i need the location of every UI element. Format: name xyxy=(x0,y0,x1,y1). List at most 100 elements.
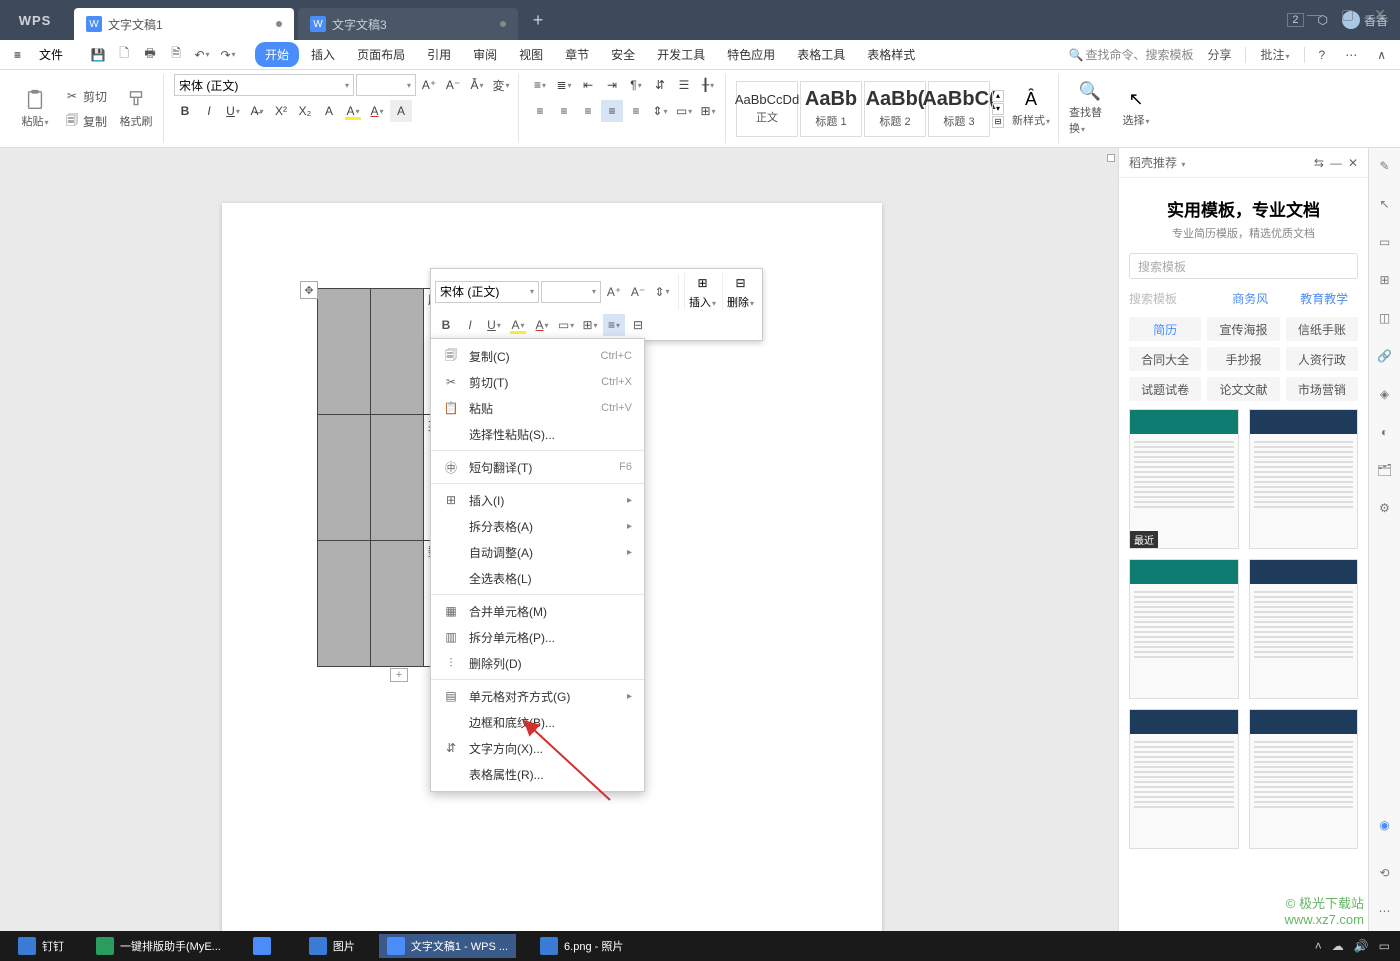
border-icon[interactable]: ⊞▾ xyxy=(697,100,719,122)
increase-indent-icon[interactable]: ⇥ xyxy=(601,74,623,96)
doc-tab-2[interactable]: W 文字文稿3 xyxy=(298,8,518,40)
panel-splitter[interactable] xyxy=(1104,148,1118,961)
cat-人资行政[interactable]: 人资行政 xyxy=(1286,347,1358,371)
file-menu[interactable]: 文件 xyxy=(31,43,71,66)
template-thumb[interactable] xyxy=(1129,709,1239,849)
cut-button[interactable]: ✂剪切 xyxy=(60,86,111,107)
table-insert-button[interactable]: ⊞ 插入▾ xyxy=(684,273,720,310)
table-cell[interactable] xyxy=(371,289,424,415)
bullet-list-icon[interactable]: ≡▾ xyxy=(529,74,551,96)
close-panel-icon[interactable]: ✕ xyxy=(1348,156,1358,170)
font-color-button[interactable]: A▾ xyxy=(531,314,553,336)
drag-handle-icon[interactable] xyxy=(1107,154,1115,162)
shading-icon[interactable]: ▭▾ xyxy=(673,100,695,122)
cat-宣传海报[interactable]: 宣传海报 xyxy=(1207,317,1279,341)
line-spacing-icon[interactable]: ⇕▾ xyxy=(649,100,671,122)
style-标题 3[interactable]: AaBbC(标题 3 xyxy=(928,81,990,137)
menu-tab-9[interactable]: 特色应用 xyxy=(717,42,785,67)
components-icon[interactable]: ◫ xyxy=(1375,308,1395,328)
table-cell[interactable] xyxy=(371,541,424,667)
template-thumb[interactable]: 最近 xyxy=(1129,409,1239,549)
tray-cloud-icon[interactable]: ☁ xyxy=(1332,939,1344,953)
cat-合同大全[interactable]: 合同大全 xyxy=(1129,347,1201,371)
task-6.png - 照片[interactable]: 6.png - 照片 xyxy=(532,934,631,958)
save-icon[interactable]: 💾 xyxy=(87,44,109,66)
more-icon[interactable]: ◉ xyxy=(1375,815,1395,835)
scroll-down-icon[interactable]: ▾ xyxy=(992,103,1004,115)
number-list-icon[interactable]: ≣▾ xyxy=(553,74,575,96)
ctx-插入(I)[interactable]: ⊞ 插入(I) ▸ xyxy=(431,487,644,513)
clear-format-icon[interactable]: Ẫ▾ xyxy=(466,74,488,96)
italic-button[interactable]: I xyxy=(459,314,481,336)
minimize-icon[interactable]: — xyxy=(1301,4,1327,25)
menu-tab-11[interactable]: 表格样式 xyxy=(857,42,925,67)
bold-button[interactable]: B xyxy=(435,314,457,336)
strikethrough-button[interactable]: A̶▾ xyxy=(246,100,268,122)
scroll-up-icon[interactable]: ▴ xyxy=(992,90,1004,102)
tray-battery-icon[interactable]: ▭ xyxy=(1379,939,1390,953)
more-button[interactable]: ⋯ xyxy=(1339,45,1363,65)
tab-stop-icon[interactable]: ╂▾ xyxy=(697,74,719,96)
select-icon[interactable]: ▭ xyxy=(1375,232,1395,252)
template-thumb[interactable] xyxy=(1129,559,1239,699)
text-dir-icon[interactable]: ¶▾ xyxy=(625,74,647,96)
decrease-indent-icon[interactable]: ⇤ xyxy=(577,74,599,96)
settings-icon[interactable]: ⚙ xyxy=(1375,498,1395,518)
border-button[interactable]: ⊞▾ xyxy=(579,314,601,336)
task-[interactable] xyxy=(245,934,285,958)
search-command[interactable]: 🔍 查找命令、搜索模板 xyxy=(1069,46,1194,63)
table-move-handle-icon[interactable]: ✥ xyxy=(300,281,318,299)
pinyin-icon[interactable]: 変▾ xyxy=(490,74,512,96)
doc-view-icon[interactable]: 🗎 xyxy=(165,44,187,66)
ctx-粘贴[interactable]: 📋 粘贴 Ctrl+V xyxy=(431,395,644,421)
settings-icon[interactable]: ⇆ xyxy=(1314,156,1324,170)
decrease-font-icon[interactable]: A⁻ xyxy=(442,74,464,96)
tools-icon[interactable]: ⋯ xyxy=(1375,901,1395,921)
select-button[interactable]: ↖ 选择▾ xyxy=(1115,74,1157,143)
line-tight-icon[interactable]: ⇵ xyxy=(649,74,671,96)
increase-font-icon[interactable]: A⁺ xyxy=(418,74,440,96)
font-color-button[interactable]: A▾ xyxy=(366,100,388,122)
ctx-选择性粘贴(S)...[interactable]: 选择性粘贴(S)... xyxy=(431,421,644,447)
distribute-icon[interactable]: ≡ xyxy=(625,100,647,122)
task-图片[interactable]: 图片 xyxy=(301,934,363,958)
menu-tab-6[interactable]: 章节 xyxy=(555,42,599,67)
docs-icon[interactable]: 🗂 xyxy=(1375,460,1395,480)
ctx-拆分表格(A)[interactable]: 拆分表格(A) ▸ xyxy=(431,513,644,539)
menu-tab-1[interactable]: 插入 xyxy=(301,42,345,67)
align-right-icon[interactable]: ≡ xyxy=(577,100,599,122)
comment-button[interactable]: 批注▾ xyxy=(1254,43,1295,66)
menu-tab-0[interactable]: 开始 xyxy=(255,42,299,67)
link-icon[interactable]: 🔗 xyxy=(1375,346,1395,366)
shield-icon[interactable]: ◈ xyxy=(1375,384,1395,404)
template-thumb[interactable] xyxy=(1249,559,1359,699)
font-select[interactable]: 宋体 (正文)▾ xyxy=(174,74,354,96)
find-replace-button[interactable]: 🔍 查找替换▾ xyxy=(1069,74,1111,143)
char-shading-button[interactable]: A xyxy=(390,100,412,122)
menu-tab-4[interactable]: 审阅 xyxy=(463,42,507,67)
menu-tab-5[interactable]: 视图 xyxy=(509,42,553,67)
table-cell[interactable] xyxy=(318,541,371,667)
ctx-拆分单元格(P)...[interactable]: ▥ 拆分单元格(P)... xyxy=(431,624,644,650)
template-thumb[interactable] xyxy=(1249,709,1359,849)
cat-信纸手账[interactable]: 信纸手账 xyxy=(1286,317,1358,341)
superscript-button[interactable]: X² xyxy=(270,100,292,122)
ctx-删除列(D)[interactable]: ⫶ 删除列(D) xyxy=(431,650,644,676)
task-文字文稿1 - WPS ...[interactable]: 文字文稿1 - WPS ... xyxy=(379,934,516,958)
ctx-文字方向(X)...[interactable]: ⇵ 文字方向(X)... xyxy=(431,735,644,761)
line-spacing-icon[interactable]: ⇕▾ xyxy=(651,281,673,303)
redo-icon[interactable]: ↷▾ xyxy=(217,44,239,66)
shading-button[interactable]: ▭▾ xyxy=(555,314,577,336)
document-area[interactable]: ✥ 历史 英语 数学 + xyxy=(0,148,1104,961)
table-cell[interactable] xyxy=(318,415,371,541)
highlight-button[interactable]: A▾ xyxy=(342,100,364,122)
subscript-button[interactable]: X₂ xyxy=(294,100,316,122)
new-style-button[interactable]: Ȃ 新样式▾ xyxy=(1010,89,1052,128)
cursor-icon[interactable]: ↖ xyxy=(1375,194,1395,214)
align-button[interactable]: ≡▾ xyxy=(603,314,625,336)
edit-icon[interactable]: ✎ xyxy=(1375,156,1395,176)
style-标题 1[interactable]: AaBb标题 1 xyxy=(800,81,862,137)
template-search[interactable]: 搜索模板 xyxy=(1129,253,1358,279)
cat-论文文献[interactable]: 论文文献 xyxy=(1207,377,1279,401)
change-case-button[interactable]: A xyxy=(318,100,340,122)
